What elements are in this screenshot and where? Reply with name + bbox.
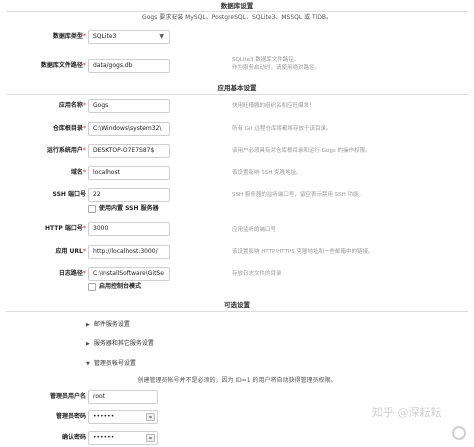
- chevron-down-icon: ▼: [159, 33, 164, 40]
- domain-help: 该设置影响 SSH 克隆地址。: [232, 170, 302, 176]
- password-toggle-icon[interactable]: [146, 413, 155, 421]
- db-type-value: SQLite3: [93, 33, 117, 40]
- builtin-ssh-label: 使用内置 SSH 服务器: [99, 205, 159, 212]
- run-user-label: 运行系统用户*: [46, 147, 86, 154]
- watermark-logo-icon: [452, 426, 466, 440]
- db-path-help-2: 作为服务启动时，请使用绝对路径。: [232, 65, 321, 71]
- app-url-help: 该设置影响 HTTP/HTTPS 克隆地址和一些邮箱中的链接。: [232, 249, 374, 255]
- ssh-port-label: SSH 端口号: [52, 191, 86, 198]
- admin-note: 创建管理员帐号并不是必须的，因为 ID=1 的用户将自动获得管理员权限。: [137, 377, 337, 384]
- log-path-label: 日志路径*: [58, 270, 86, 277]
- general-section-divider: [6, 94, 468, 95]
- db-path-label: 数据库文件路径*: [40, 62, 86, 69]
- http-port-label: HTTP 端口号*: [45, 225, 86, 232]
- app-name-input[interactable]: Gogs: [88, 99, 170, 113]
- admin-settings-toggle[interactable]: ▼ 管理员帐号设置: [86, 359, 136, 369]
- repo-root-input[interactable]: C:\Windows\system32\: [88, 122, 170, 136]
- caret-down-icon: ▼: [86, 361, 90, 367]
- admin-password-label: 管理员密码: [55, 413, 86, 420]
- confirm-password-label: 确认密码: [61, 434, 86, 441]
- http-port-input[interactable]: 3000: [88, 222, 170, 236]
- db-path-input[interactable]: data/gogs.db: [88, 59, 170, 73]
- app-url-input[interactable]: http://localhost:3000/: [88, 245, 170, 259]
- run-user-input[interactable]: DESKTOP-O7E7S87$: [88, 144, 170, 158]
- http-port-help: 应用监听的端口号: [232, 227, 277, 233]
- server-settings-toggle[interactable]: ▶ 服务器和其它服务设置: [86, 339, 154, 349]
- console-mode-label: 启用控制台模式: [99, 283, 142, 290]
- caret-right-icon: ▶: [86, 341, 90, 347]
- email-settings-toggle[interactable]: ▶ 邮件服务设置: [86, 320, 130, 330]
- repo-root-label: 仓库根目录*: [52, 125, 86, 132]
- console-mode-checkbox[interactable]: [88, 283, 96, 291]
- optional-section-title: 可选设置: [224, 301, 250, 309]
- ssh-port-help: SSH 服务器的监听端口号，留空表示禁用 SSH 功能。: [232, 192, 364, 198]
- db-path-help-1: SQLite3 数据库文件路径。: [232, 57, 300, 63]
- admin-user-label: 管理员用户名: [49, 393, 86, 400]
- general-section-title: 应用基本设置: [217, 84, 257, 92]
- database-section-divider: [6, 11, 468, 12]
- run-user-help: 该用户必须具有对仓库根目录和运行 Gogs 的操作权限。: [232, 148, 371, 154]
- optional-section-divider: [6, 311, 468, 312]
- domain-input[interactable]: localhost: [88, 166, 170, 180]
- ssh-port-input[interactable]: 22: [88, 188, 170, 202]
- db-type-select[interactable]: SQLite3 ▼: [88, 30, 170, 44]
- caret-right-icon: ▶: [86, 322, 90, 328]
- builtin-ssh-checkbox[interactable]: [88, 205, 96, 213]
- database-intro: Gogs 要求安装 MySQL、PostgreSQL、SQLite3、MSSQL…: [142, 14, 332, 21]
- domain-label: 域名*: [70, 169, 86, 176]
- log-path-input[interactable]: C:\InstallSoftware\GitSe: [88, 267, 170, 281]
- log-path-help: 存放日志文件的目录: [232, 271, 282, 277]
- app-name-label: 应用名称*: [58, 102, 86, 109]
- zhihu-watermark: 知乎 @深耘耘: [372, 406, 442, 419]
- db-type-label: 数据库类型*: [52, 33, 86, 40]
- app-url-label: 应用 URL*: [55, 248, 86, 255]
- app-name-help: 快用旺掩搬的组织名和应旺爆发！: [232, 103, 315, 109]
- confirm-password-toggle-icon[interactable]: [146, 434, 155, 442]
- repo-root-help: 所有 Git 远程仓库将都将存放于该目录。: [232, 126, 332, 132]
- admin-user-input[interactable]: root: [88, 390, 158, 404]
